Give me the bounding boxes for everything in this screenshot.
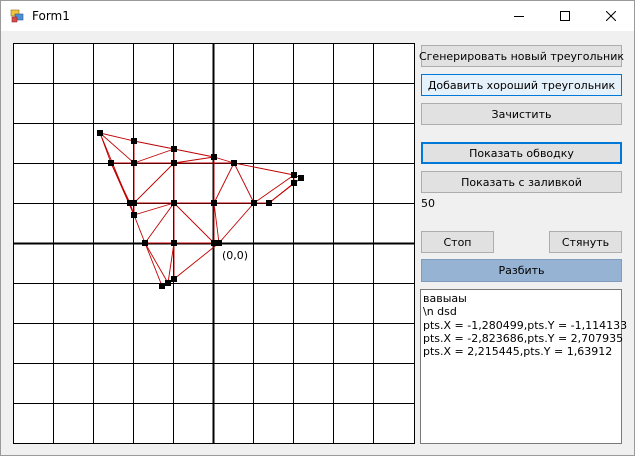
mesh-edge	[173, 202, 215, 244]
mesh-edge	[213, 162, 235, 204]
mesh-point	[171, 200, 177, 206]
mesh-edge	[173, 156, 215, 164]
show-fill-button[interactable]: Показать с заливкой	[421, 171, 622, 193]
mesh-edge	[173, 148, 215, 158]
maximize-button[interactable]	[542, 1, 588, 31]
mesh-point	[291, 180, 297, 186]
log-line: \n dsd	[423, 305, 457, 319]
mesh-point	[211, 154, 217, 160]
mesh-point	[171, 146, 177, 152]
show-outline-button[interactable]: Показать обводку	[421, 142, 622, 164]
mesh-edge	[144, 202, 175, 244]
log-line: вавыаы	[423, 292, 467, 305]
split-button[interactable]: Разбить	[421, 259, 622, 282]
log-line: pts.X = -1,280499,pts.Y = -1,114133	[423, 318, 628, 332]
mesh-point	[298, 175, 304, 181]
stop-button[interactable]: Стоп	[421, 231, 494, 253]
triangulation-plot[interactable]: (0,0)	[14, 44, 414, 443]
mesh-point	[211, 200, 217, 206]
mesh-edge	[233, 162, 255, 204]
window-title: Form1	[32, 9, 70, 23]
mesh-point	[131, 200, 137, 206]
mesh-point	[97, 130, 103, 136]
mesh-point	[131, 138, 137, 144]
maximize-icon	[560, 11, 570, 21]
drawing-canvas[interactable]: (0,0)	[13, 43, 415, 444]
mesh-point	[291, 172, 297, 178]
mesh-edge	[144, 242, 163, 287]
mesh-point	[216, 240, 222, 246]
mesh-point	[171, 160, 177, 166]
mesh-edge	[233, 162, 295, 176]
form-app-icon	[10, 9, 24, 23]
mesh-edge	[133, 140, 175, 150]
mesh-point	[131, 212, 137, 218]
mesh-edge	[268, 182, 295, 204]
mesh-edge	[133, 214, 146, 244]
value-label: 50	[421, 197, 435, 210]
mesh-edge	[213, 202, 220, 244]
log-line: pts.X = 2,215445,pts.Y = 1,63912	[423, 345, 613, 359]
minimize-button[interactable]	[496, 1, 542, 31]
mesh-point	[171, 276, 177, 282]
mesh-edge	[218, 202, 255, 244]
clear-button[interactable]: Зачистить	[421, 103, 622, 125]
add-good-triangle-button[interactable]: Добавить хороший треугольник	[421, 74, 622, 96]
mesh-point	[108, 160, 114, 166]
close-icon	[606, 11, 616, 21]
mesh-point	[171, 240, 177, 246]
mesh-edge	[133, 148, 175, 164]
mesh-edge	[173, 242, 220, 280]
mesh-edge	[110, 162, 135, 216]
log-line: pts.X = -2,823686,pts.Y = 2,707935	[423, 331, 624, 345]
mesh-point	[231, 160, 237, 166]
mesh-point	[266, 200, 272, 206]
mesh-point	[131, 160, 137, 166]
form1-window: Form1 (0,0) Сгенерировать новый треуголь…	[0, 0, 635, 456]
mesh-point	[165, 280, 171, 286]
minimize-icon	[514, 16, 524, 17]
mesh-point	[142, 240, 148, 246]
mesh-point	[159, 283, 165, 289]
title-bar[interactable]: Form1	[1, 1, 634, 31]
generate-triangle-button[interactable]: Сгенерировать новый треугольник	[419, 45, 624, 67]
origin-label: (0,0)	[222, 249, 248, 262]
close-button[interactable]	[588, 1, 634, 31]
pull-button[interactable]: Стянуть	[549, 231, 622, 253]
log-textbox[interactable]: вавыаы \n dsd pts.X = -1,280499,pts.Y = …	[420, 289, 628, 444]
mesh-point	[251, 200, 257, 206]
mesh-edge	[144, 242, 169, 284]
mesh-edge	[133, 202, 175, 216]
mesh-edge	[133, 162, 175, 204]
